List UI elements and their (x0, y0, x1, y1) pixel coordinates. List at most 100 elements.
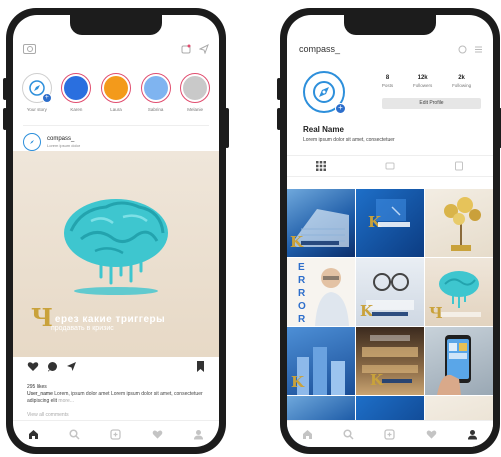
likes-count[interactable]: 295 likes (27, 384, 47, 390)
grid-post[interactable] (425, 189, 493, 257)
add-post-icon[interactable] (110, 428, 122, 440)
story-label: Sabrina (147, 107, 164, 112)
stories-row: + Your story Karen Laura Sabrina Melanie (13, 73, 219, 112)
post-actions (27, 361, 205, 372)
story-avatar (183, 76, 208, 100)
search-icon[interactable] (69, 428, 80, 440)
story-ring (180, 73, 211, 103)
stat-following[interactable]: 2k Following (452, 75, 471, 88)
grid-post[interactable]: E R R O R (287, 258, 355, 326)
volume-down-button (277, 108, 281, 130)
tagged-tab-icon[interactable] (454, 161, 464, 171)
grid-post[interactable]: K (356, 327, 424, 395)
profile-stats: 8 Posts 12k Followers 2k Following (372, 75, 481, 88)
profile-icon[interactable] (193, 429, 204, 440)
add-post-icon[interactable] (384, 428, 396, 440)
story-ring (61, 73, 92, 103)
comment-icon[interactable] (47, 361, 58, 372)
stat-label: Followers (412, 83, 433, 88)
add-story-icon[interactable]: + (335, 103, 346, 114)
stat-value: 12k (417, 75, 428, 81)
search-icon[interactable] (343, 428, 354, 440)
profile-real-name: Real Name (303, 125, 344, 134)
gold-k-logo: K (291, 373, 305, 391)
story-your[interactable]: + Your story (19, 73, 55, 112)
bookmark-icon[interactable] (196, 361, 205, 372)
grid-post[interactable]: Ч (425, 258, 493, 326)
story-avatar (103, 76, 128, 100)
camera-icon[interactable] (23, 44, 36, 54)
story-karen[interactable]: Karen (58, 73, 94, 112)
grid-post[interactable]: K (356, 258, 424, 326)
menu-icon[interactable] (474, 45, 483, 54)
money-tree-image (444, 197, 481, 251)
feed-topbar (23, 41, 209, 57)
profile-username[interactable]: compass_ (299, 44, 340, 54)
mall-interior-image (362, 335, 418, 373)
story-label: Laura (110, 107, 122, 112)
story-laura[interactable]: Laura (98, 73, 134, 112)
story-label: Karen (70, 107, 83, 112)
profile-topbar: compass_ (299, 41, 483, 57)
share-icon[interactable] (66, 361, 77, 372)
bottom-nav (13, 420, 219, 447)
stat-value: 2k (458, 75, 465, 81)
igtv-icon[interactable] (181, 44, 191, 54)
compass-logo-icon (313, 81, 335, 103)
caption-band (441, 312, 481, 317)
feed-phone: + Your story Karen Laura Sabrina Melanie (3, 8, 229, 454)
grid-post[interactable]: K (356, 189, 424, 257)
igtv-tab-icon[interactable] (385, 161, 395, 171)
story-ring (100, 73, 131, 103)
activity-heart-icon[interactable] (426, 429, 437, 440)
post-avatar[interactable] (23, 133, 41, 151)
brain-illustration (64, 199, 168, 295)
add-story-icon[interactable]: + (41, 93, 52, 103)
notch (70, 15, 162, 35)
post-overlay-caption: Ч ерез какие триггеры продавать в кризис (31, 303, 207, 333)
power-button (225, 108, 229, 148)
home-icon[interactable] (302, 429, 313, 440)
story-label: Melanie (187, 107, 204, 112)
story-sabrina[interactable]: Sabrina (138, 73, 174, 112)
volume-up-button (3, 78, 7, 100)
home-icon[interactable] (28, 429, 39, 440)
profile-bio: Lorem ipsum dolor sit amet, consectetuer (303, 137, 395, 143)
profile-icon[interactable] (467, 429, 478, 440)
grid-post[interactable] (425, 327, 493, 395)
caption-initial-letter: Ч (31, 303, 53, 332)
activity-heart-icon[interactable] (152, 429, 163, 440)
story-avatar (143, 76, 168, 100)
man-portrait-image (315, 268, 349, 326)
grid-post[interactable]: K (287, 327, 355, 395)
caption-text: Lorem, ipsum dolor amet Lorem ipsum dolo… (27, 391, 203, 404)
volume-down-button (3, 108, 7, 130)
edit-profile-button[interactable]: Edit Profile (382, 98, 481, 109)
send-icon[interactable] (199, 44, 209, 54)
stat-followers[interactable]: 12k Followers (413, 75, 432, 88)
post-account-name[interactable]: compass_ (47, 136, 80, 143)
post-location: Lorem ipsum dolor (47, 143, 81, 148)
more-link[interactable]: more... (58, 398, 74, 404)
post-caption: User_name Lorem, ipsum dolor amet Lorem … (27, 391, 207, 405)
caption-band (372, 312, 408, 316)
post-image[interactable]: Ч ерез какие триггеры продавать в кризис (13, 151, 219, 357)
grid-post[interactable]: K (287, 189, 355, 257)
caption-username[interactable]: User_name (27, 391, 53, 397)
profile-screen: compass_ + 8 Posts 12k Followers 2k Followi… (287, 15, 493, 447)
stat-posts[interactable]: 8 Posts (382, 75, 393, 88)
story-label: Your story (26, 107, 47, 112)
notch (344, 15, 436, 35)
post-header: compass_ Lorem ipsum dolor (23, 125, 209, 152)
story-ring: + (21, 73, 52, 103)
history-icon[interactable] (458, 45, 467, 54)
stat-value: 8 (385, 75, 390, 81)
grid-tab-icon[interactable] (316, 161, 327, 171)
view-all-comments-link[interactable]: View all comments (27, 412, 69, 418)
profile-avatar[interactable]: + (303, 71, 346, 114)
story-melanie[interactable]: Melanie (177, 73, 213, 112)
heart-icon[interactable] (27, 361, 39, 372)
caption-band (301, 241, 339, 245)
caption-band (378, 222, 410, 227)
story-avatar (64, 76, 89, 100)
